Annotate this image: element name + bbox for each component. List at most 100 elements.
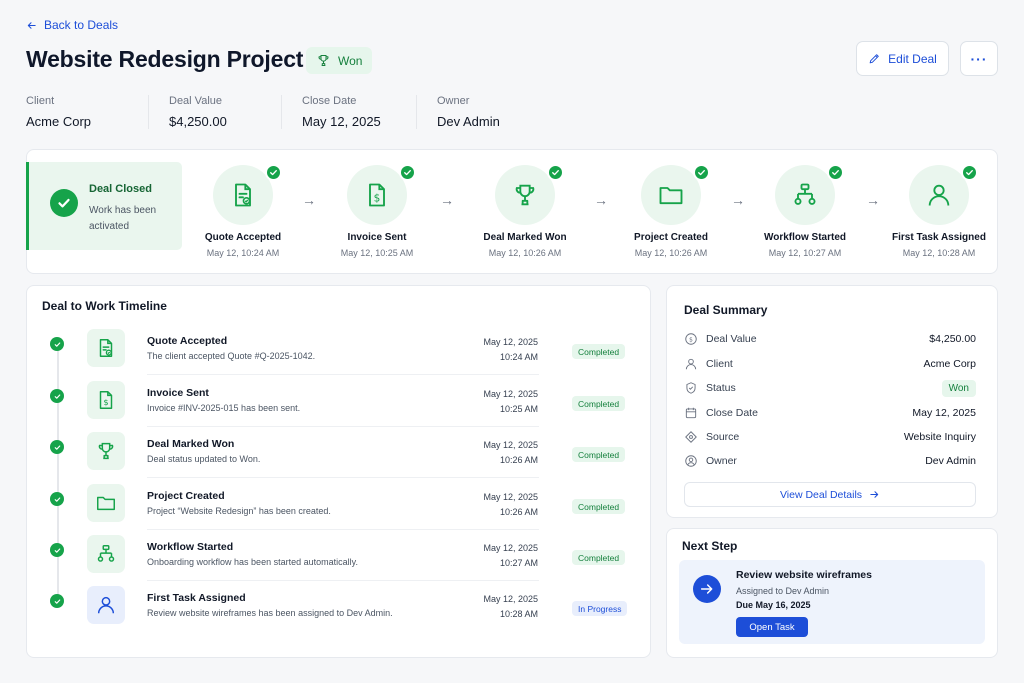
summary-label: Status — [706, 382, 736, 394]
meta-label: Owner — [437, 95, 470, 107]
timeline-item-date: May 12, 2025 — [483, 440, 538, 450]
source-icon — [684, 430, 706, 444]
check-badge-icon — [265, 164, 282, 181]
arrow-right-icon: → — [440, 192, 454, 208]
page-title: Website Redesign Project — [26, 46, 304, 72]
arrow-right-icon — [693, 575, 721, 603]
step-name: First Task Assigned — [892, 232, 986, 243]
invoice-dollar-icon — [363, 181, 391, 209]
calendar-icon — [684, 406, 706, 420]
timeline-item-date: May 12, 2025 — [483, 594, 538, 604]
timeline-item-name: First Task Assigned — [147, 592, 246, 604]
status-badge: Completed — [572, 499, 626, 514]
timeline-item-datetime: May 12, 2025 10:26 AM — [446, 490, 538, 520]
status-badge: Completed — [572, 344, 626, 359]
pipeline-step-first-task-assigned: First Task Assigned May 12, 10:28 AM — [879, 164, 999, 258]
timeline-row: First Task Assigned Review website wiref… — [26, 586, 651, 638]
arrow-right-icon: → — [866, 192, 880, 208]
step-name: Deal Marked Won — [483, 232, 567, 243]
user-icon — [87, 586, 125, 624]
divider — [147, 580, 539, 581]
meta-value: $4,250.00 — [169, 114, 227, 129]
meta-owner: Owner Dev Admin — [437, 95, 500, 129]
next-step-title: Next Step — [682, 539, 738, 553]
meta-close-date: Close Date May 12, 2025 — [302, 95, 381, 129]
check-badge-icon — [827, 164, 844, 181]
timeline-item-date: May 12, 2025 — [483, 543, 538, 553]
divider — [281, 95, 282, 129]
summary-value: Website Inquiry — [903, 431, 976, 443]
divider — [147, 426, 539, 427]
meta-value: Acme Corp — [26, 114, 92, 129]
document-check-icon — [229, 181, 257, 209]
timeline-item-name: Quote Accepted — [147, 335, 228, 347]
back-to-deals-link[interactable]: Back to Deals — [26, 18, 118, 32]
arrow-right-icon: → — [594, 192, 608, 208]
pipeline-step-project-created: Project Created May 12, 10:26 AM — [611, 164, 731, 258]
deal-summary-title: Deal Summary — [684, 303, 768, 317]
check-dot-icon — [50, 594, 64, 608]
user-icon — [684, 357, 706, 371]
edit-deal-button[interactable]: Edit Deal — [856, 41, 949, 76]
view-deal-details-button[interactable]: View Deal Details — [684, 482, 976, 507]
timeline-item-datetime: May 12, 2025 10:27 AM — [446, 541, 538, 571]
more-options-button[interactable]: ··· — [960, 41, 998, 76]
step-time: May 12, 10:25 AM — [340, 248, 414, 258]
check-dot-icon — [50, 440, 64, 454]
step-name: Invoice Sent — [347, 232, 407, 243]
timeline-item-name: Workflow Started — [147, 541, 234, 553]
divider — [147, 529, 539, 530]
step-time: May 12, 10:26 AM — [488, 248, 562, 258]
more-dots-icon: ··· — [970, 50, 988, 67]
client-link[interactable]: Acme Corp — [923, 358, 976, 370]
check-circle-icon — [50, 189, 78, 217]
timeline-item-datetime: May 12, 2025 10:28 AM — [446, 592, 538, 622]
divider — [416, 95, 417, 129]
open-task-button[interactable]: Open Task — [736, 617, 808, 637]
timeline-item-time: 10:27 AM — [499, 558, 538, 568]
timeline-item-desc: Deal status updated to Won. — [147, 454, 261, 464]
summary-row-deal-value: Deal Value $4,250.00 — [684, 330, 976, 348]
summary-row-status: Status Won — [684, 379, 976, 397]
next-task-title: Review website wireframes — [736, 569, 872, 581]
timeline-item-date: May 12, 2025 — [483, 492, 538, 502]
meta-label: Deal Value — [169, 95, 222, 107]
timeline-item-desc: Invoice #INV-2025-015 has been sent. — [147, 403, 301, 413]
pipeline-step-invoice-sent: Invoice Sent May 12, 10:25 AM — [317, 164, 437, 258]
step-time: May 12, 10:27 AM — [768, 248, 842, 258]
timeline-item-name: Invoice Sent — [147, 387, 209, 399]
deal-closed-panel: Deal Closed Work has been activated — [26, 162, 182, 250]
trophy-icon — [316, 53, 331, 68]
user-circle-icon — [684, 454, 706, 468]
workflow-icon — [87, 535, 125, 573]
timeline-item-date: May 12, 2025 — [483, 389, 538, 399]
status-badge-label: Won — [338, 53, 363, 68]
meta-label: Close Date — [302, 95, 357, 107]
pipeline-step-quote-accepted: Quote Accepted May 12, 10:24 AM — [183, 164, 303, 258]
step-time: May 12, 10:28 AM — [902, 248, 976, 258]
deal-closed-title: Deal Closed — [89, 183, 152, 195]
meta-label: Client — [26, 95, 55, 107]
next-task-assignee: Assigned to Dev Admin — [736, 586, 830, 596]
divider — [148, 95, 149, 129]
timeline-item-name: Deal Marked Won — [147, 438, 235, 450]
check-dot-icon — [50, 543, 64, 557]
timeline-item-desc: Project “Website Redesign” has been crea… — [147, 506, 331, 516]
timeline-item-time: 10:25 AM — [499, 404, 538, 414]
trophy-icon — [87, 432, 125, 470]
step-time: May 12, 10:24 AM — [206, 248, 280, 258]
dollar-circle-icon — [684, 332, 706, 346]
timeline-item-time: 10:28 AM — [499, 609, 538, 619]
arrow-right-icon — [869, 489, 880, 500]
next-task-due: Due May 16, 2025 — [736, 600, 811, 610]
divider — [147, 374, 539, 375]
trophy-icon — [511, 181, 539, 209]
timeline-item-datetime: May 12, 2025 10:26 AM — [446, 438, 538, 468]
timeline-item-time: 10:26 AM — [499, 507, 538, 517]
timeline-item-datetime: May 12, 2025 10:25 AM — [446, 387, 538, 417]
summary-label: Source — [706, 431, 740, 443]
back-link-label: Back to Deals — [44, 18, 119, 32]
arrow-left-icon — [26, 20, 37, 31]
summary-value: May 12, 2025 — [912, 407, 976, 419]
step-name: Workflow Started — [763, 232, 847, 243]
